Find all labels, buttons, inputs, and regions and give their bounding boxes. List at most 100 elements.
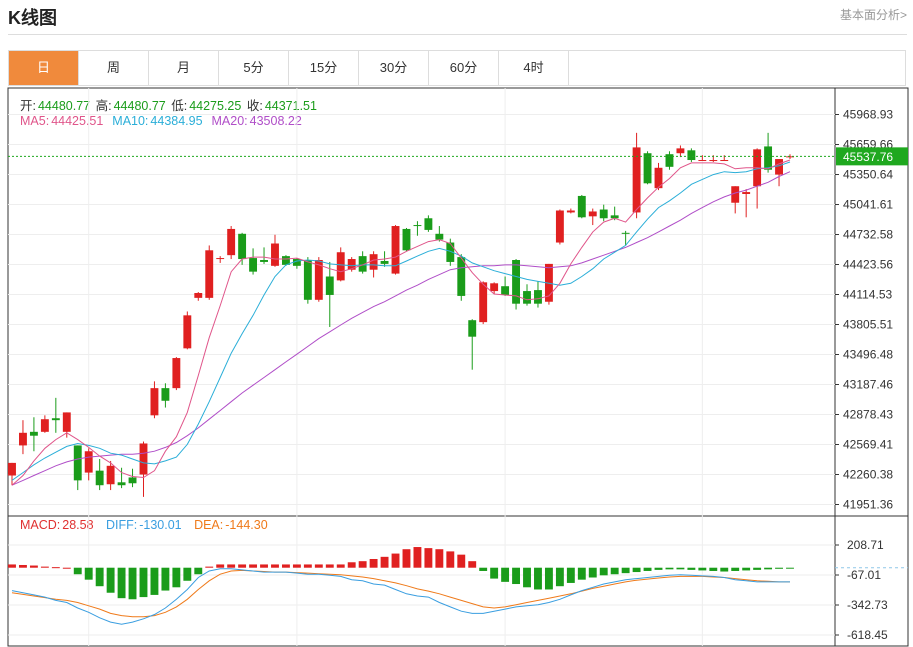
macd-bar: [720, 567, 729, 572]
candle-body: [8, 462, 16, 476]
macd-bar: [687, 567, 696, 570]
macd-bar: [698, 567, 707, 571]
macd-bar: [402, 549, 411, 568]
macd-bar: [424, 548, 433, 568]
macd-bar: [786, 567, 794, 569]
price-tick-label: 44114.53: [843, 288, 892, 302]
candle-body: [391, 226, 400, 274]
macd-bar: [577, 567, 586, 580]
macd-bar: [8, 564, 16, 568]
candle-body: [490, 283, 499, 292]
period-tabs: 日周月 5分 15分 30分 60分 4时: [8, 50, 906, 86]
candle-body: [106, 465, 115, 485]
candle-body: [479, 282, 488, 323]
macd-bar: [479, 567, 488, 571]
candle-body: [468, 320, 477, 337]
price-tick-label: 42878.43: [843, 408, 893, 422]
price-tick-label: 42569.41: [843, 438, 893, 452]
price-tick-label: 43496.48: [843, 348, 893, 362]
candle-body: [40, 419, 49, 432]
current-price-label: 45537.76: [843, 150, 893, 164]
macd-bar: [490, 567, 499, 579]
fundamental-analysis-link[interactable]: 基本面分析>: [840, 6, 907, 23]
macd-bar: [205, 566, 214, 568]
macd-tick-label: -618.45: [847, 628, 888, 642]
macd-bar: [303, 564, 312, 568]
tab-2[interactable]: 周: [79, 51, 149, 85]
macd-bar: [775, 567, 783, 569]
price-tick-label: 41951.36: [843, 498, 893, 512]
candle-body: [29, 431, 38, 436]
macd-bar: [391, 553, 400, 568]
macd-bar: [106, 567, 115, 593]
macd-bar: [325, 564, 334, 568]
macd-bar: [742, 567, 751, 571]
macd-bar: [501, 567, 510, 582]
price-tick-label: 45350.64: [843, 168, 893, 182]
macd-bar: [95, 567, 104, 587]
macd-bar: [643, 567, 652, 571]
candle-body: [698, 160, 707, 162]
candle-body: [325, 276, 334, 295]
candle-body: [577, 195, 586, 218]
macd-bar: [446, 551, 455, 568]
tab-1[interactable]: 日: [9, 51, 79, 85]
candle-body: [238, 233, 247, 260]
candle-body: [249, 258, 258, 272]
ma5-line: [11, 159, 791, 486]
tab-3[interactable]: 月: [149, 51, 219, 85]
macd-bar: [128, 567, 137, 600]
macd-bar: [172, 567, 181, 588]
macd-bar: [271, 564, 279, 568]
candle-body: [424, 218, 433, 230]
macd-bar: [117, 567, 126, 599]
tab-4[interactable]: 5分: [219, 51, 289, 85]
macd-bar: [610, 567, 619, 575]
macd-bar: [19, 564, 27, 568]
candle-body: [117, 482, 126, 486]
macd-bar: [599, 567, 608, 576]
macd-bar: [51, 567, 60, 569]
tab-8[interactable]: 4时: [499, 51, 569, 85]
macd-bar: [62, 567, 71, 569]
candle-body: [128, 477, 137, 484]
candle-body: [775, 159, 783, 175]
macd-bar: [457, 554, 466, 568]
macd-bar: [588, 567, 597, 578]
candle-body: [139, 443, 148, 475]
macd-bar: [281, 564, 290, 568]
candle-body: [205, 250, 214, 298]
candle-body: [150, 388, 159, 416]
macd-bar: [139, 567, 148, 598]
tab-6[interactable]: 30分: [359, 51, 429, 85]
page-title: K线图: [8, 8, 57, 28]
macd-bar: [292, 564, 301, 568]
candle-body: [764, 146, 773, 170]
macd-bar: [413, 547, 422, 568]
candle-body: [402, 228, 411, 251]
macd-bar: [216, 564, 225, 568]
candle-body: [413, 225, 422, 227]
candle-body: [95, 470, 104, 486]
price-tick-label: 45968.93: [843, 108, 893, 122]
candle-body: [599, 209, 608, 219]
macd-bar: [347, 562, 356, 568]
candle-body: [534, 290, 542, 304]
kline-chart[interactable]: 45968.9345659.6645350.6445041.6144732.58…: [0, 86, 913, 647]
tab-7[interactable]: 60分: [429, 51, 499, 85]
macd-bar: [260, 564, 268, 568]
price-tick-label: 44732.58: [843, 228, 893, 242]
candle-body: [183, 315, 192, 349]
macd-bar: [731, 567, 740, 571]
candle-body: [172, 358, 181, 389]
macd-bar: [512, 567, 521, 585]
candle-body: [51, 418, 60, 421]
price-tick-label: 43187.46: [843, 378, 893, 392]
ma10-line: [11, 161, 791, 481]
macd-tick-label: -342.73: [847, 598, 888, 612]
tab-5[interactable]: 15分: [289, 51, 359, 85]
macd-bar: [183, 567, 192, 581]
ma20-line: [11, 171, 791, 486]
candle-body: [84, 451, 93, 473]
price-tick-label: 42260.38: [843, 468, 893, 482]
